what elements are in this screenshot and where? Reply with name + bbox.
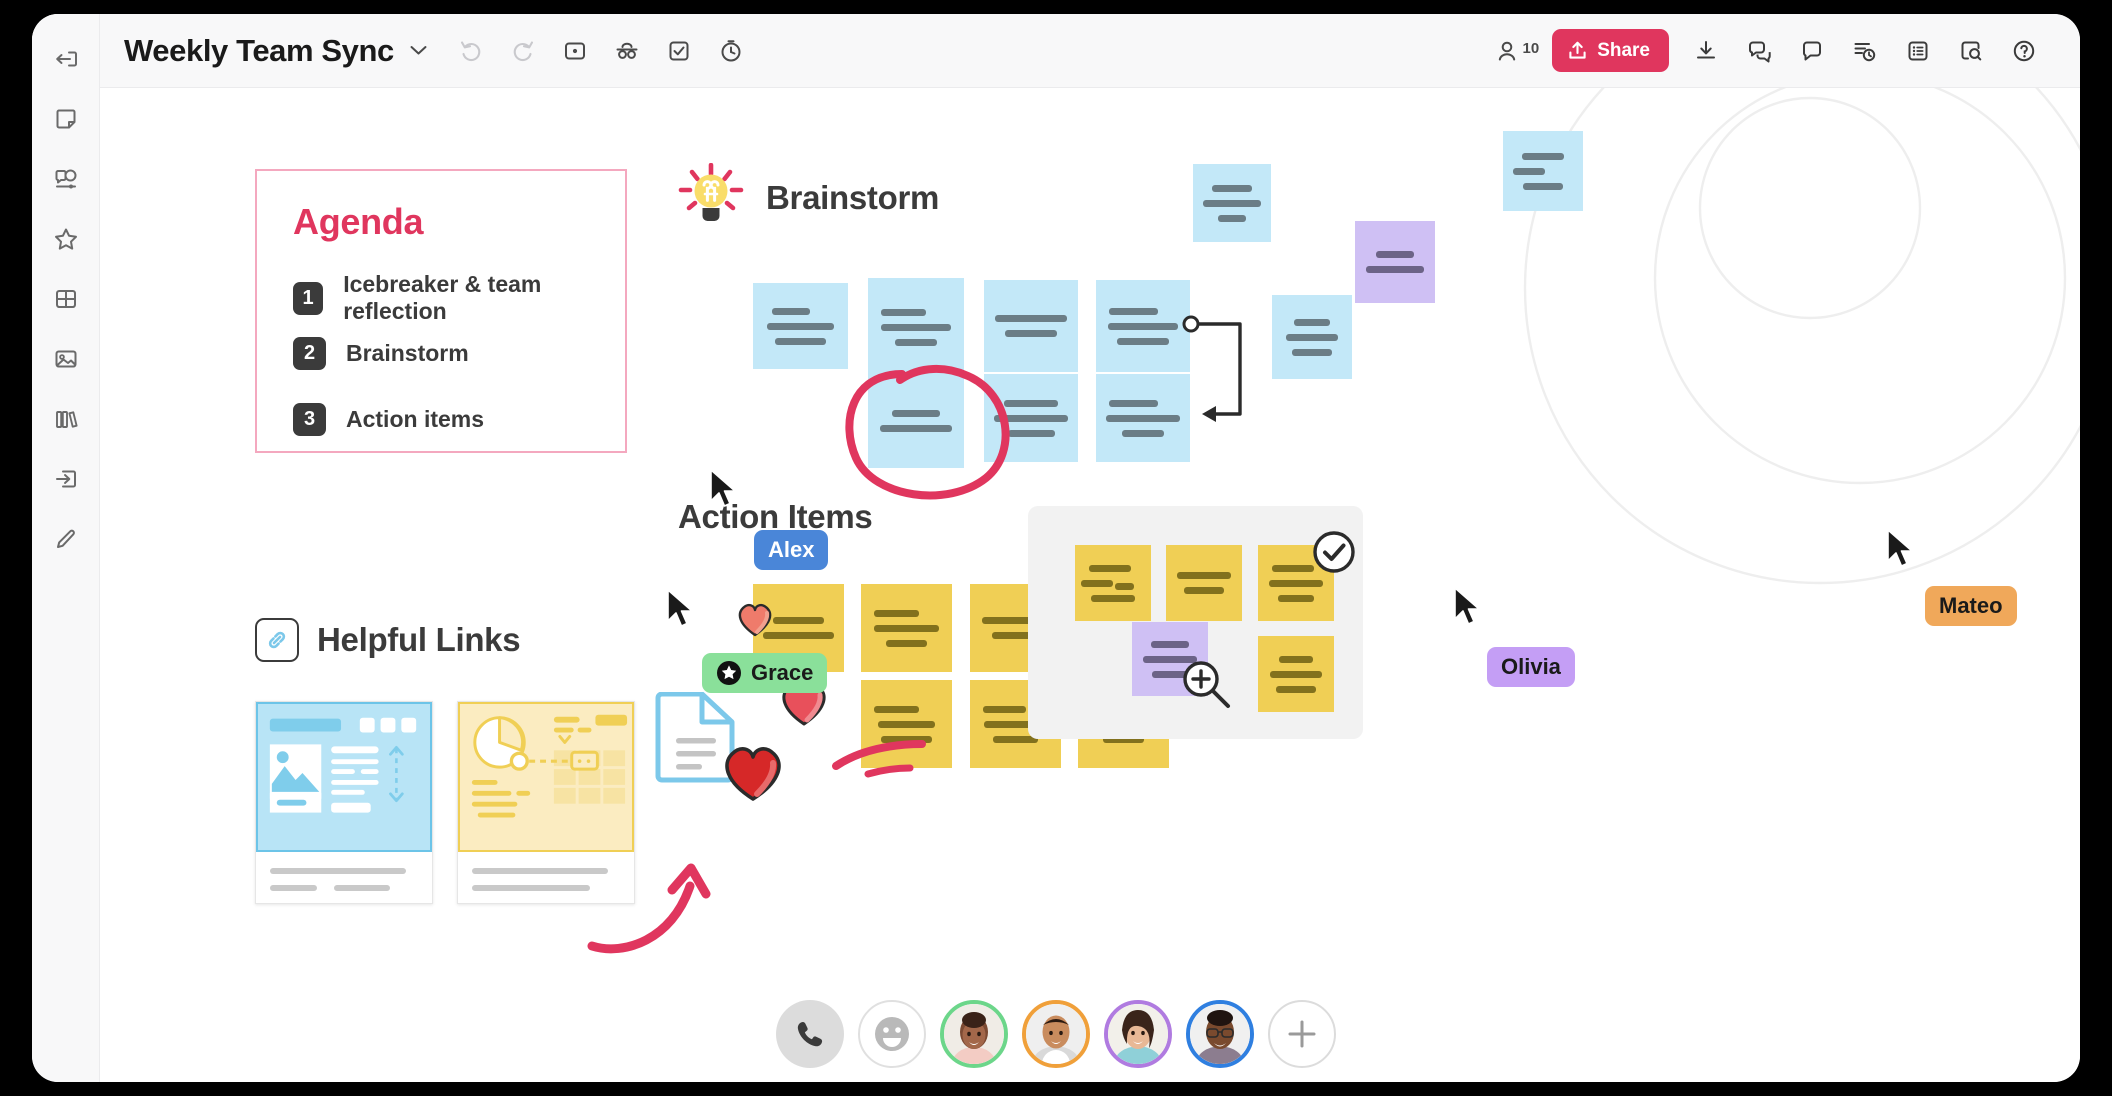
sidebar-item-sticky-note-icon[interactable]: [43, 96, 89, 142]
cluster-note[interactable]: [1503, 131, 1583, 211]
cursor-olivia: [1454, 587, 1480, 625]
find-icon[interactable]: [1949, 29, 1993, 73]
participant-3-avatar[interactable]: [1104, 1000, 1172, 1068]
agenda-item-1[interactable]: 1 Icebreaker & team reflection: [293, 271, 625, 325]
brainstorm-title: Brainstorm: [766, 178, 940, 216]
smiley-icon[interactable]: [858, 1000, 926, 1068]
collaborator-tag-alex: Alex: [754, 530, 829, 570]
add-participant-button[interactable]: [1268, 1000, 1336, 1068]
chevron-down-icon[interactable]: [410, 41, 427, 61]
participants-bar: [32, 1000, 2080, 1068]
people-count-button[interactable]: 10: [1496, 38, 1540, 64]
presenter-mode-button[interactable]: [605, 29, 649, 73]
cluster-note[interactable]: [1193, 164, 1271, 242]
zoom-in-icon[interactable]: [1178, 656, 1236, 714]
whiteboard-app: Weekly Team Sync 10 Share Agenda 1 Icebr…: [32, 14, 2080, 1082]
circle-highlight-annotation: [845, 364, 1010, 500]
collaborator-tag-grace: Grace: [702, 653, 828, 693]
participant-2-avatar[interactable]: [1022, 1000, 1090, 1068]
collaborator-name: Mateo: [1939, 593, 2003, 618]
sidebar-item-star-icon[interactable]: [43, 216, 89, 262]
cursor-grace: [667, 589, 693, 627]
pink-arrow-annotation: [587, 863, 711, 954]
collaborator-tag-mateo: Mateo: [1925, 586, 2017, 626]
sidebar-item-pencil-icon[interactable]: [43, 516, 89, 562]
sidebar-item-image-icon[interactable]: [43, 336, 89, 382]
link-thumbnail: [256, 702, 432, 852]
heart-reaction-small[interactable]: [735, 600, 775, 638]
brainstorm-note[interactable]: [753, 283, 848, 369]
tasks-button[interactable]: [657, 29, 701, 73]
undo-button[interactable]: [449, 29, 493, 73]
sidebar-item-grid-icon[interactable]: [43, 276, 89, 322]
agenda-title: Agenda: [293, 201, 424, 242]
chat-icon[interactable]: [1737, 29, 1781, 73]
agenda-item-label: Action items: [346, 406, 485, 432]
brainstorm-note[interactable]: [1096, 280, 1190, 372]
group-note[interactable]: [1166, 545, 1242, 621]
collaborator-name: Alex: [768, 537, 815, 562]
cursor-mateo: [1887, 529, 1913, 567]
list-icon[interactable]: [1896, 29, 1940, 73]
agenda-item-number: 1: [293, 281, 324, 315]
comment-icon[interactable]: [1790, 29, 1834, 73]
top-toolbar-left: Weekly Team Sync: [124, 29, 753, 73]
page-title: Weekly Team Sync: [124, 32, 394, 68]
share-button[interactable]: Share: [1552, 29, 1669, 72]
help-icon[interactable]: [2002, 29, 2046, 73]
participant-1-avatar[interactable]: [940, 1000, 1008, 1068]
redo-button[interactable]: [501, 29, 545, 73]
timer-button[interactable]: [709, 29, 753, 73]
link-caption: [256, 852, 432, 907]
top-toolbar-right: 10 Share: [1496, 29, 2047, 73]
lightbulb-icon: [678, 162, 744, 232]
left-sidebar: [32, 14, 100, 1082]
agenda-item-number: 2: [293, 337, 326, 370]
collaborator-tag-olivia: Olivia: [1487, 647, 1575, 687]
helpful-links-header: Helpful Links: [255, 618, 521, 662]
agenda-item-label: Icebreaker & team reflection: [343, 271, 542, 324]
brainstorm-note[interactable]: [1096, 374, 1190, 462]
agenda-card[interactable]: Agenda 1 Icebreaker & team reflection 2 …: [255, 169, 627, 453]
phone-icon[interactable]: [776, 1000, 844, 1068]
sidebar-item-shape-comment-icon[interactable]: [43, 156, 89, 202]
collaborator-name: Grace: [751, 660, 814, 685]
frame-button[interactable]: [553, 29, 597, 73]
underline-annotation: [832, 740, 926, 778]
star-badge: [716, 660, 742, 686]
activity-icon[interactable]: [1843, 29, 1887, 73]
agenda-item-2[interactable]: 2 Brainstorm: [293, 337, 469, 370]
agenda-item-label: Brainstorm: [346, 340, 469, 366]
top-toolbar: Weekly Team Sync 10 Share: [32, 14, 2080, 88]
brainstorm-header: Brainstorm: [678, 162, 940, 232]
link-chain-icon: [255, 618, 299, 662]
heart-reaction-large[interactable]: [720, 742, 786, 804]
agenda-item-number: 3: [293, 403, 326, 436]
sidebar-item-import-icon[interactable]: [43, 456, 89, 502]
people-count-value: 10: [1522, 39, 1540, 57]
sidebar-item-collapse[interactable]: [43, 36, 89, 82]
download-icon[interactable]: [1684, 29, 1728, 73]
group-note[interactable]: [1258, 636, 1334, 712]
collaborator-name: Olivia: [1501, 654, 1561, 679]
board-canvas[interactable]: Agenda 1 Icebreaker & team reflection 2 …: [100, 88, 2080, 1082]
cursor-alex: [710, 469, 736, 507]
cluster-note[interactable]: [1272, 295, 1352, 379]
arrow-connector: [1182, 315, 1242, 422]
helpful-links-title: Helpful Links: [317, 621, 521, 658]
link-preview-webpage[interactable]: [255, 701, 433, 904]
check-circle-icon[interactable]: [1310, 528, 1358, 576]
group-note[interactable]: [1075, 545, 1151, 621]
participant-4-avatar[interactable]: [1186, 1000, 1254, 1068]
sidebar-item-library-icon[interactable]: [43, 396, 89, 442]
cluster-note-purple[interactable]: [1355, 221, 1435, 303]
action-item-note[interactable]: [861, 584, 952, 672]
agenda-item-3[interactable]: 3 Action items: [293, 403, 484, 436]
share-button-label: Share: [1597, 39, 1650, 61]
